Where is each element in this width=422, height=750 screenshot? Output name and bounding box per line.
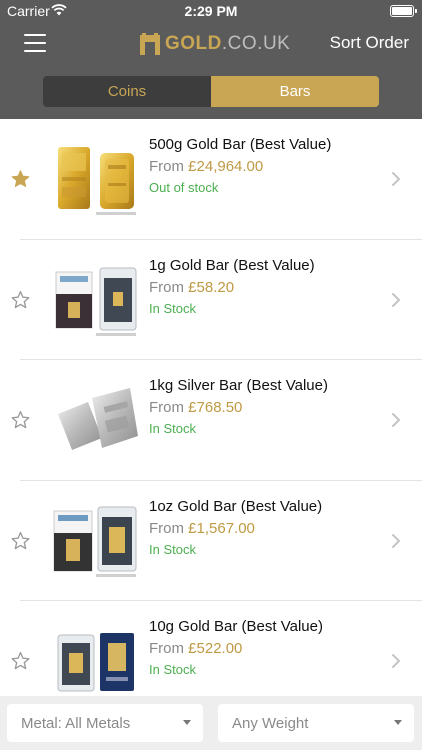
stock-status: In Stock <box>149 421 196 436</box>
filter-bar: Metal: All Metals Any Weight <box>0 696 422 750</box>
weight-filter-dropdown[interactable]: Any Weight <box>218 704 414 742</box>
price-prefix: From <box>149 399 184 416</box>
stock-status: In Stock <box>149 300 196 316</box>
stock-status: In Stock <box>149 541 196 557</box>
favorite-star-outline-icon[interactable] <box>10 651 31 671</box>
price-prefix: From <box>149 640 184 657</box>
logo-text-tld: .CO.UK <box>221 33 291 54</box>
product-title: 10g Gold Bar (Best Value) <box>149 618 323 635</box>
price-prefix: From <box>149 519 184 537</box>
price-line: From £522.00 <box>149 640 242 657</box>
hamburger-menu-icon[interactable] <box>24 33 46 53</box>
gold-bar-card-image <box>55 267 137 336</box>
product-price: £1,567.00 <box>188 519 255 537</box>
product-price: £58.20 <box>188 278 235 296</box>
price-prefix: From <box>149 278 184 296</box>
product-title: 1oz Gold Bar (Best Value) <box>149 497 323 515</box>
product-title: 500g Gold Bar (Best Value) <box>149 136 332 153</box>
product-price: £522.00 <box>188 640 243 657</box>
chevron-right-icon <box>392 413 400 427</box>
weight-filter-value: Any Weight <box>232 714 309 732</box>
product-price: £24,964.00 <box>188 158 264 175</box>
product-row[interactable]: 500g Gold Bar (Best Value) From £24,964.… <box>0 119 422 240</box>
logo-text-gold: GOLD <box>165 33 222 54</box>
product-title: 1g Gold Bar (Best Value) <box>149 256 315 274</box>
chevron-right-icon <box>392 172 400 186</box>
gold-bar-image <box>58 147 136 215</box>
chevron-right-icon <box>392 292 400 307</box>
price-line: From £24,964.00 <box>149 158 263 175</box>
caret-down-icon <box>183 720 191 725</box>
sort-order-button[interactable]: Sort Order <box>330 33 409 53</box>
price-line: From £58.20 <box>149 279 234 296</box>
product-row[interactable]: 1oz Gold Bar (Best Value) From £1,567.00… <box>0 481 422 601</box>
chevron-right-icon <box>392 533 400 548</box>
app-header: Carrier 2:29 PM GOLD .CO.UK Sort Order C… <box>0 0 422 119</box>
metal-filter-value: Metal: All Metals <box>21 714 131 732</box>
status-bar: Carrier 2:29 PM <box>0 0 422 24</box>
product-row[interactable]: 10g Gold Bar (Best Value) From £522.00 I… <box>0 601 422 696</box>
gold-bar-card-image <box>53 506 137 577</box>
chevron-right-icon <box>392 654 400 668</box>
clock: 2:29 PM <box>184 3 238 19</box>
logo-mark-icon <box>140 33 160 55</box>
favorite-star-filled-icon[interactable] <box>10 169 31 189</box>
product-row[interactable]: 1g Gold Bar (Best Value) From £58.20 In … <box>0 240 422 360</box>
tab-coins[interactable]: Coins <box>43 76 211 107</box>
product-price: £768.50 <box>188 399 243 416</box>
price-line: From £768.50 <box>149 399 242 416</box>
price-prefix: From <box>149 158 184 175</box>
metal-filter-dropdown[interactable]: Metal: All Metals <box>7 704 203 742</box>
stock-status: In Stock <box>149 662 196 677</box>
tab-bars[interactable]: Bars <box>211 76 379 107</box>
product-type-segmented-control: Coins Bars <box>43 76 379 107</box>
favorite-star-outline-icon[interactable] <box>10 531 31 551</box>
product-title: 1kg Silver Bar (Best Value) <box>149 377 328 394</box>
favorite-star-outline-icon[interactable] <box>10 290 31 310</box>
stock-status: Out of stock <box>149 180 219 195</box>
battery-icon <box>390 5 417 17</box>
price-line: From £1,567.00 <box>149 520 255 537</box>
gold-co-uk-logo: GOLD .CO.UK <box>140 32 290 56</box>
favorite-star-outline-icon[interactable] <box>10 410 31 430</box>
product-row[interactable]: 1kg Silver Bar (Best Value) From £768.50… <box>0 360 422 481</box>
product-list: 500g Gold Bar (Best Value) From £24,964.… <box>0 119 422 696</box>
silver-bar-image <box>58 388 138 450</box>
caret-down-icon <box>394 720 402 725</box>
gold-bar-card-image <box>57 633 134 692</box>
